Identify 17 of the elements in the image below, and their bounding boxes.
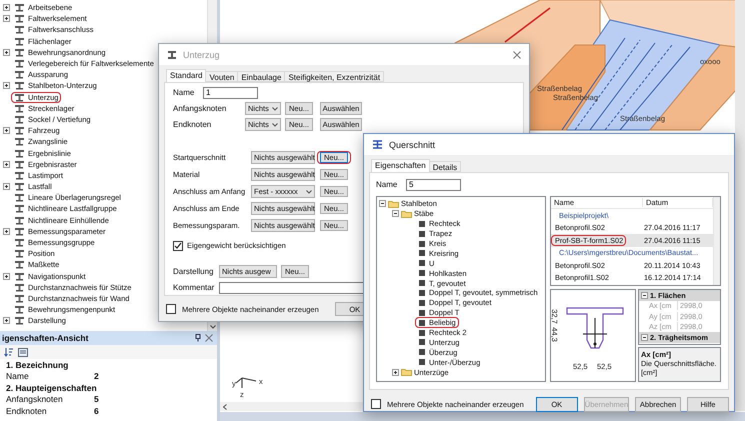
- field-label: Anfangsknoten: [173, 104, 228, 113]
- property-label: Anfangsknoten: [6, 394, 64, 404]
- property-label: Endknoten: [6, 406, 48, 416]
- window-title: Querschnitt: [389, 140, 436, 150]
- property-value: 6: [94, 406, 99, 416]
- property-label: Name: [6, 371, 30, 382]
- field-label: Name: [173, 88, 196, 97]
- window-title: Unterzug: [183, 50, 221, 60]
- field-label: Endknoten: [173, 120, 212, 129]
- category-label: 1. Bezeichnung: [6, 360, 68, 370]
- field-label: Darstellung: [173, 266, 214, 276]
- field-label: Name: [376, 180, 398, 189]
- panel-title: igenschaften-Ansicht: [2, 333, 90, 343]
- category-label: 2. Haupteigenschaften: [6, 382, 97, 393]
- field-label: Kommentar: [173, 283, 215, 292]
- property-value: 2: [94, 371, 99, 382]
- property-value: 5: [94, 394, 99, 404]
